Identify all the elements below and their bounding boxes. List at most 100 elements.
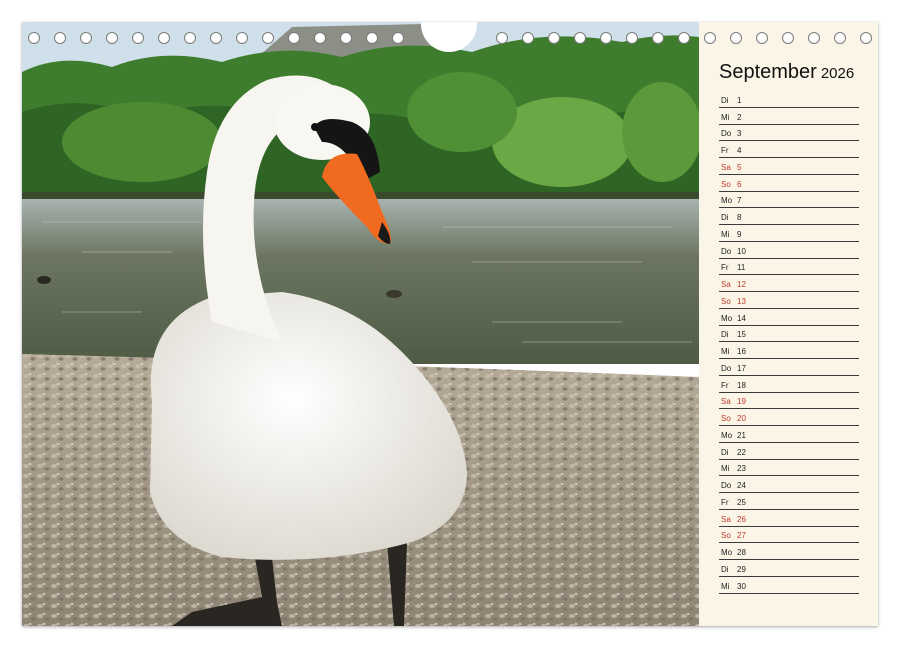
day-number: 21: [737, 430, 746, 440]
day-number: 6: [737, 179, 742, 189]
day-row: Di 8: [719, 208, 859, 225]
binding-hole: [808, 32, 820, 44]
day-number: 10: [737, 246, 746, 256]
day-number: 26: [737, 514, 746, 524]
binding-hole: [834, 32, 846, 44]
binding-hole: [288, 32, 300, 44]
day-row: So 13: [719, 292, 859, 309]
day-number: 15: [737, 330, 746, 340]
day-number: 1: [737, 95, 742, 105]
day-row: Do 24: [719, 476, 859, 493]
binding-hole: [80, 32, 92, 44]
photo-illustration: [22, 22, 699, 626]
day-number: 28: [737, 548, 746, 557]
weekday-label: Di: [721, 564, 729, 574]
day-number: 14: [737, 313, 746, 323]
day-row: Di 22: [719, 443, 859, 460]
day-row: Mi 30: [719, 577, 859, 594]
weekday-label: Do: [721, 481, 732, 490]
year: 2026: [820, 65, 855, 82]
binding-hole: [54, 32, 66, 44]
day-number: 9: [737, 229, 742, 239]
day-row: Do 3: [719, 125, 859, 142]
day-row: Sa 5: [719, 158, 859, 175]
day-number: 7: [737, 196, 742, 206]
weekday-label: Mi: [721, 229, 730, 239]
day-row: Sa 19: [719, 393, 859, 410]
day-number: 3: [737, 129, 742, 139]
weekday-label: Sa: [721, 280, 731, 289]
binding-hole: [678, 32, 690, 44]
binding-hole: [782, 32, 794, 44]
binding-hole: [756, 32, 768, 44]
day-row: Do 17: [719, 359, 859, 376]
binding-hole: [132, 32, 144, 44]
weekday-label: Mi: [721, 347, 730, 356]
weekday-label: Sa: [721, 397, 731, 407]
weekday-label: Fr: [721, 263, 729, 273]
day-row: Fr 18: [719, 376, 859, 393]
weekday-label: Mi: [721, 112, 730, 122]
day-number: 12: [737, 280, 746, 289]
binding-hole: [340, 32, 352, 44]
binding-hole: [574, 32, 586, 44]
binding-hole: [704, 32, 716, 44]
weekday-label: Fr: [721, 497, 729, 507]
weekday-label: Di: [721, 95, 729, 105]
day-number: 18: [737, 380, 746, 390]
binding-hole: [314, 32, 326, 44]
day-number: 2: [737, 112, 742, 122]
day-row: Di 29: [719, 560, 859, 577]
binding-hole: [392, 32, 404, 44]
day-number: 29: [737, 564, 746, 574]
day-row: Mo 7: [719, 192, 859, 209]
weekday-label: Di: [721, 213, 729, 222]
binding-hole: [262, 32, 274, 44]
day-number: 23: [737, 464, 746, 474]
day-row: Di 15: [719, 326, 859, 343]
swan-photo: [22, 22, 699, 626]
day-row: Sa 26: [719, 510, 859, 527]
day-row: Mi 2: [719, 108, 859, 125]
day-number: 20: [737, 414, 746, 423]
weekday-label: Do: [721, 363, 732, 373]
binding-hole: [626, 32, 638, 44]
day-row: Mo 14: [719, 309, 859, 326]
binding-hole: [496, 32, 508, 44]
weekday-label: Mi: [721, 464, 730, 474]
day-list: Di 1 Mi 2 Do 3 Fr 4 Sa 5 So 6 Mo 7 Di 8 Mi 9 Do 10 Fr 11 Sa 12 S…: [719, 91, 859, 594]
binding-hole: [184, 32, 196, 44]
weekday-label: Fr: [721, 146, 729, 155]
binding-hole: [158, 32, 170, 44]
day-row: Mi 9: [719, 225, 859, 242]
month-name: September: [719, 61, 817, 83]
spiral-binding: [22, 30, 878, 48]
weekday-label: Mo: [721, 313, 733, 323]
binding-hole: [730, 32, 742, 44]
weekday-label: Mo: [721, 430, 733, 440]
day-row: Sa 12: [719, 275, 859, 292]
weekday-label: Fr: [721, 380, 729, 390]
weekday-label: Di: [721, 330, 729, 340]
day-number: 16: [737, 347, 746, 356]
weekday-label: So: [721, 414, 731, 423]
day-row: So 6: [719, 175, 859, 192]
day-number: 5: [737, 162, 742, 172]
day-row: Do 10: [719, 242, 859, 259]
weekday-label: So: [721, 179, 731, 189]
day-row: So 20: [719, 409, 859, 426]
month-title: September 2026: [719, 61, 854, 84]
weekday-label: Sa: [721, 162, 731, 172]
binding-hole: [522, 32, 534, 44]
day-number: 13: [737, 296, 746, 306]
day-row: Fr 25: [719, 493, 859, 510]
day-number: 22: [737, 447, 746, 457]
day-row: So 27: [719, 527, 859, 544]
day-number: 24: [737, 481, 746, 490]
weekday-label: So: [721, 531, 731, 541]
binding-hole: [600, 32, 612, 44]
day-row: Fr 11: [719, 259, 859, 276]
day-number: 11: [737, 263, 746, 273]
weekday-label: Do: [721, 129, 732, 139]
day-row: Mo 28: [719, 543, 859, 560]
